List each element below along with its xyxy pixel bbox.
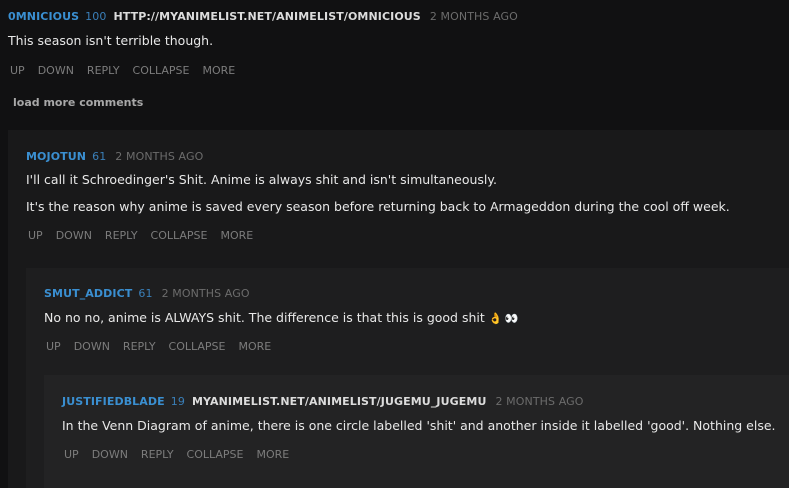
comment-justifiedblade: JUSTIFIEDBLADE 19 MYANIMELIST.NET/ANIMEL… (62, 392, 776, 462)
comment-body-paragraph: It's the reason why anime is saved every… (26, 199, 730, 214)
comment-actions: UP DOWN REPLY COLLAPSE MORE (64, 448, 776, 461)
comment-actions: UP DOWN REPLY COLLAPSE MORE (46, 340, 517, 353)
comment-body-paragraph: I'll call it Schroedinger's Shit. Anime … (26, 172, 497, 187)
more-button[interactable]: MORE (239, 340, 272, 353)
username-link[interactable]: SMUT_ADDICT (44, 287, 132, 300)
user-flair: HTTP://MYANIMELIST.NET/ANIMELIST/OMNICIO… (113, 9, 421, 23)
collapse-button[interactable]: COLLAPSE (187, 448, 244, 461)
timestamp[interactable]: 2 MONTHS AGO (430, 10, 518, 23)
more-button[interactable]: MORE (257, 448, 290, 461)
comment-actions: UP DOWN REPLY COLLAPSE MORE (28, 229, 730, 242)
collapse-button[interactable]: COLLAPSE (169, 340, 226, 353)
comment-body: No no no, anime is ALWAYS shit. The diff… (44, 310, 518, 325)
upvote-button[interactable]: UP (64, 448, 79, 461)
load-more-comments-link[interactable]: load more comments (13, 96, 143, 109)
comment-meta: SMUT_ADDICT 61 2 MONTHS AGO (44, 284, 517, 302)
downvote-button[interactable]: DOWN (38, 64, 74, 77)
reply-button[interactable]: REPLY (87, 64, 120, 77)
upvote-button[interactable]: UP (10, 64, 25, 77)
comment-body: This season isn't terrible though. (8, 33, 214, 48)
score: 19 (170, 394, 185, 408)
comment-actions: UP DOWN REPLY COLLAPSE MORE (10, 64, 778, 77)
score: 100 (85, 9, 107, 23)
comment-body: In the Venn Diagram of anime, there is o… (62, 418, 776, 433)
timestamp[interactable]: 2 MONTHS AGO (115, 150, 203, 163)
username-link[interactable]: JUSTIFIEDBLADE (62, 395, 165, 408)
more-button[interactable]: MORE (221, 229, 254, 242)
reply-button[interactable]: REPLY (105, 229, 138, 242)
reply-button[interactable]: REPLY (123, 340, 156, 353)
username-link[interactable]: 0MNICIOUS (8, 10, 79, 23)
ok-hand-icon: 👌 (488, 312, 503, 325)
comment-mojotun: MOJOTUN 61 2 MONTHS AGO I'll call it Sch… (26, 147, 730, 243)
comment-meta: 0MNICIOUS 100 HTTP://MYANIMELIST.NET/ANI… (8, 7, 778, 25)
username-link[interactable]: MOJOTUN (26, 150, 86, 163)
score: 61 (138, 286, 153, 300)
eyes-icon: 👀 (504, 312, 518, 325)
timestamp[interactable]: 2 MONTHS AGO (495, 395, 583, 408)
collapse-button[interactable]: COLLAPSE (133, 64, 190, 77)
downvote-button[interactable]: DOWN (74, 340, 110, 353)
collapse-button[interactable]: COLLAPSE (151, 229, 208, 242)
score: 61 (92, 149, 107, 163)
more-button[interactable]: MORE (203, 64, 236, 77)
comment-meta: MOJOTUN 61 2 MONTHS AGO (26, 147, 730, 165)
upvote-button[interactable]: UP (46, 340, 61, 353)
timestamp[interactable]: 2 MONTHS AGO (162, 287, 250, 300)
comment-thread: 0MNICIOUS 100 HTTP://MYANIMELIST.NET/ANI… (0, 0, 789, 488)
comment-smut-addict: SMUT_ADDICT 61 2 MONTHS AGO No no no, an… (44, 284, 518, 354)
reply-button[interactable]: REPLY (141, 448, 174, 461)
upvote-button[interactable]: UP (28, 229, 43, 242)
comment-meta: JUSTIFIEDBLADE 19 MYANIMELIST.NET/ANIMEL… (62, 392, 776, 410)
downvote-button[interactable]: DOWN (92, 448, 128, 461)
user-flair: MYANIMELIST.NET/ANIMELIST/JUGEMU_JUGEMU (191, 394, 487, 408)
comment-body-text: No no no, anime is ALWAYS shit. The diff… (44, 310, 485, 325)
comment-omnicious: 0MNICIOUS 100 HTTP://MYANIMELIST.NET/ANI… (8, 7, 778, 78)
downvote-button[interactable]: DOWN (56, 229, 92, 242)
